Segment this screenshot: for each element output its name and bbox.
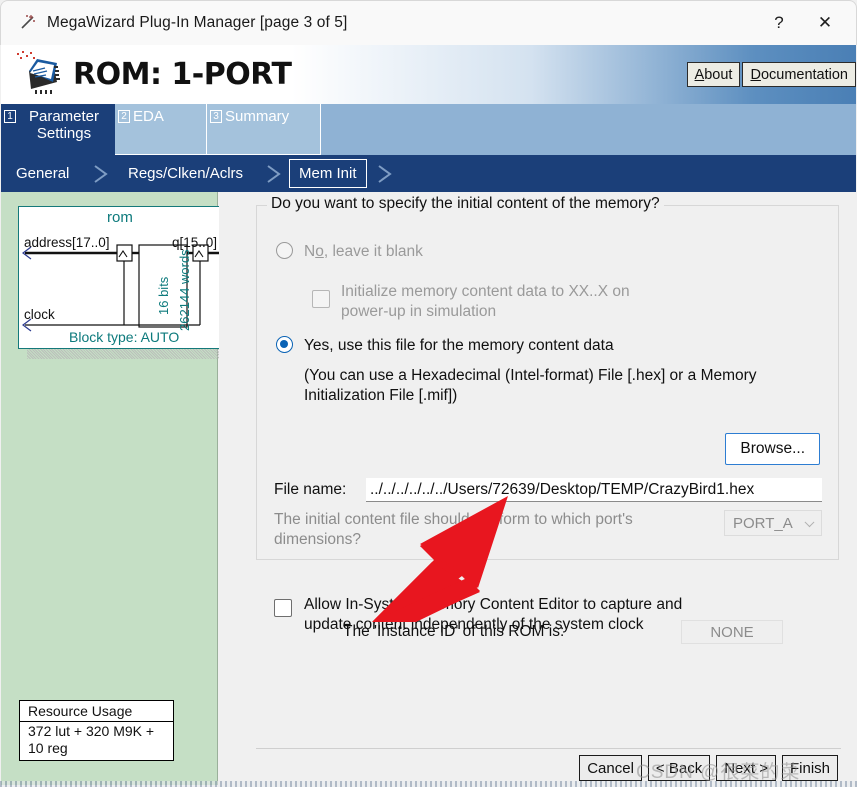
- subnav-label-regs-clken-aclrs: Regs/Clken/Aclrs: [128, 165, 244, 182]
- window-title: MegaWizard Plug-In Manager [page 3 of 5]: [47, 14, 348, 31]
- subnav-item-regs-clken-aclrs[interactable]: Regs/Clken/Aclrs: [119, 159, 252, 188]
- preview-instance-name: rom: [107, 209, 133, 226]
- port-select-dropdown[interactable]: PORT_A: [724, 510, 822, 536]
- port-select-value: PORT_A: [733, 514, 793, 532]
- memory-init-groupbox: Do you want to specify the initial conte…: [256, 195, 839, 560]
- checkbox-init-xx-line1: Initialize memory content data to XX..X …: [341, 283, 630, 300]
- back-button[interactable]: < Back: [647, 755, 711, 781]
- port-question-line1: The initial content file should conform …: [274, 511, 633, 528]
- resource-usage-value: 372 lut + 320 M9K + 10 reg: [28, 723, 155, 756]
- radio-no-leave-blank[interactable]: [276, 242, 293, 259]
- bottom-edge-strip: [0, 781, 857, 787]
- next-button[interactable]: Next >: [716, 755, 776, 781]
- radio-yes-label: Yes, use this file for the memory conten…: [304, 337, 614, 354]
- file-name-input[interactable]: [366, 478, 822, 502]
- about-accel-letter: A: [694, 66, 705, 83]
- tab-parameter-settings[interactable]: 1 Parameter Settings: [1, 104, 115, 155]
- instance-id-label: The 'Instance ID' of this ROM is:: [343, 623, 565, 640]
- resource-usage-title: Resource Usage: [20, 701, 173, 722]
- preview-pane: rom address[17..0] q[15..0] clock 16 bit…: [1, 192, 246, 785]
- port-dimensions-row: The initial content file should conform …: [274, 510, 822, 550]
- doc-label-rest: ocumentation: [760, 66, 848, 83]
- resource-usage-box: Resource Usage 372 lut + 320 M9K + 10 re…: [19, 700, 174, 761]
- checkbox-init-xx-line2: power-up in simulation: [341, 303, 497, 320]
- radio-option-yes-row[interactable]: Yes, use this file for the memory conten…: [276, 336, 614, 356]
- doc-accel-letter: D: [750, 66, 761, 83]
- tab-label-eda: EDA: [133, 108, 164, 125]
- file-format-hint: (You can use a Hexadecimal (Intel-format…: [304, 366, 757, 406]
- title-bar: MegaWizard Plug-In Manager [page 3 of 5]…: [0, 0, 857, 45]
- megawizard-window: MegaWizard Plug-In Manager [page 3 of 5]…: [0, 0, 857, 787]
- instance-id-field[interactable]: NONE: [681, 620, 783, 644]
- preview-depth-label: 16 bits: [156, 276, 171, 315]
- port-question-line2: dimensions?: [274, 531, 362, 548]
- cancel-button[interactable]: Cancel: [579, 755, 642, 781]
- documentation-button[interactable]: Documentation: [742, 62, 856, 87]
- file-name-label: File name:: [274, 481, 347, 498]
- tab-label-summary: Summary: [225, 108, 290, 125]
- megawizard-chip-logo-icon: [13, 49, 65, 101]
- checkbox-initialize-xx[interactable]: [312, 290, 330, 308]
- groupbox-legend: Do you want to specify the initial conte…: [267, 195, 664, 213]
- help-button[interactable]: ?: [756, 1, 802, 45]
- about-label-rest: bout: [704, 66, 733, 83]
- tab-strip: 1 Parameter Settings 2 EDA 3 Summary: [1, 104, 856, 155]
- page-title: ROM: 1-PORT: [73, 57, 292, 92]
- radio-no-label-prefix: N: [304, 243, 316, 260]
- chevron-right-icon-3: [377, 164, 393, 184]
- subnav-item-mem-init[interactable]: Mem Init: [289, 159, 367, 188]
- tab-summary[interactable]: 3 Summary: [207, 104, 321, 155]
- main-content: Do you want to specify the initial conte…: [219, 192, 856, 785]
- checkbox-init-xx-row[interactable]: Initialize memory content data to XX..X …: [312, 282, 701, 322]
- tab-eda[interactable]: 2 EDA: [115, 104, 207, 155]
- preview-block-type: Block type: AUTO: [69, 329, 180, 345]
- tab-number-1: 1: [4, 110, 16, 123]
- block-diagram: rom address[17..0] q[15..0] clock 16 bit…: [18, 206, 237, 349]
- subnav-item-general[interactable]: General: [7, 159, 78, 188]
- radio-no-label-rest: , leave it blank: [323, 243, 423, 260]
- close-button[interactable]: ✕: [802, 1, 848, 45]
- file-name-row: File name:: [274, 478, 822, 502]
- radio-yes-use-file[interactable]: [276, 336, 293, 353]
- browse-button[interactable]: Browse...: [725, 433, 820, 465]
- preview-width-label: 262144 words: [177, 249, 192, 331]
- file-format-hint-line1: (You can use a Hexadecimal (Intel-format…: [304, 367, 757, 384]
- instance-id-row: The 'Instance ID' of this ROM is: NONE: [343, 620, 783, 644]
- instance-id-value: NONE: [710, 623, 754, 641]
- wand-icon: [17, 12, 39, 34]
- subnav-label-general: General: [16, 165, 70, 182]
- tab-number-2: 2: [118, 110, 130, 123]
- product-banner: ROM: 1-PORT About Documentation: [1, 45, 856, 104]
- radio-no-accel-letter: o: [315, 243, 324, 260]
- chevron-down-icon: [804, 517, 815, 528]
- sub-navigation: General Regs/Clken/Aclrs Mem Init: [1, 155, 856, 192]
- tab-label-parameter-settings: Parameter Settings: [28, 108, 100, 142]
- finish-button[interactable]: Finish: [781, 755, 838, 781]
- tab-number-3: 3: [210, 110, 222, 123]
- preview-port-clock: clock: [24, 307, 55, 322]
- chevron-right-icon-1: [93, 164, 109, 184]
- preview-port-address: address[17..0]: [24, 235, 110, 250]
- chevron-right-icon-2: [266, 164, 282, 184]
- about-button[interactable]: About: [686, 62, 741, 87]
- preview-port-q: q[15..0]: [172, 235, 218, 250]
- ise-editor-line1: Allow In-System Memory Content Editor to…: [304, 596, 683, 613]
- checkbox-allow-ise-editor[interactable]: [274, 599, 292, 617]
- file-format-hint-line2: Initialization File [.mif]): [304, 387, 458, 404]
- radio-option-no-row[interactable]: No, leave it blank: [276, 242, 423, 262]
- subnav-label-mem-init: Mem Init: [299, 165, 357, 182]
